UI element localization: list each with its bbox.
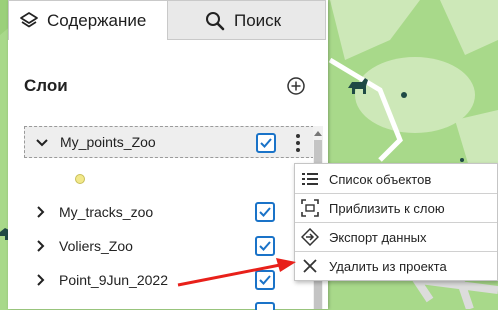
close-icon [303, 259, 317, 273]
layer-row[interactable]: My_tracks_zoo [24, 196, 314, 228]
map-point[interactable] [460, 158, 464, 162]
menu-item-label: Удалить из проекта [329, 258, 447, 274]
check-icon [260, 138, 272, 148]
menu-item-label: Приблизить к слою [329, 200, 445, 216]
tab-contents-label: Содержание [47, 11, 147, 30]
chevron-right-icon[interactable] [34, 205, 48, 219]
check-icon [259, 275, 271, 285]
add-layer-button[interactable] [286, 76, 306, 96]
tab-search-label: Поиск [234, 11, 282, 30]
menu-item-object-list[interactable]: Список объектов [295, 165, 497, 193]
map-point[interactable] [401, 92, 407, 98]
menu-item-label: Список объектов [329, 171, 432, 187]
zoom-to-layer-icon [301, 199, 319, 217]
layer-visibility-checkbox[interactable] [255, 270, 275, 290]
export-icon [301, 228, 319, 246]
menu-item-label: Экспорт данных [329, 229, 427, 245]
contents-panel: Содержание Поиск Слои My_points_Zoo My_t… [8, 0, 328, 310]
scroll-up-icon[interactable] [314, 128, 322, 138]
legend-point-symbol [75, 174, 85, 184]
chevron-right-icon[interactable] [34, 273, 48, 287]
layer-visibility-checkbox[interactable] [255, 202, 275, 222]
check-icon [259, 241, 271, 251]
layer-row[interactable]: My_points_Zoo [24, 126, 314, 158]
check-icon [259, 207, 271, 217]
add-circle-icon [287, 77, 305, 95]
menu-item-export-data[interactable]: Экспорт данных [295, 223, 497, 251]
layers-icon [19, 11, 39, 31]
menu-item-zoom-to-layer[interactable]: Приблизить к слою [295, 194, 497, 222]
layer-visibility-checkbox[interactable] [256, 133, 276, 153]
chevron-down-icon[interactable] [35, 136, 49, 150]
chevron-right-icon[interactable] [34, 239, 48, 253]
layer-context-menu: Список объектов Приблизить к слою Экспор… [294, 163, 498, 281]
layer-name: Point_9Jun_2022 [59, 272, 168, 288]
tab-contents[interactable]: Содержание [8, 0, 168, 40]
panel-tabs: Содержание Поиск [8, 0, 328, 40]
tab-search[interactable]: Поиск [168, 0, 326, 40]
layers-title: Слои [24, 76, 68, 95]
search-icon [205, 11, 225, 31]
menu-item-remove-from-project[interactable]: Удалить из проекта [295, 252, 497, 280]
layer-visibility-checkbox[interactable] [255, 236, 275, 256]
layer-name: My_tracks_zoo [59, 204, 154, 220]
list-icon [302, 173, 318, 185]
layer-row[interactable]: Point_9Jun_2022 [24, 264, 314, 296]
more-options-icon[interactable] [295, 133, 301, 153]
layer-name: My_points_Zoo [60, 134, 156, 150]
layer-list: My_points_Zoo My_tracks_zoo Voliers_Zoo [24, 124, 314, 310]
layer-row[interactable]: Voliers_Zoo [24, 230, 314, 262]
layer-name: Voliers_Zoo [59, 238, 133, 254]
